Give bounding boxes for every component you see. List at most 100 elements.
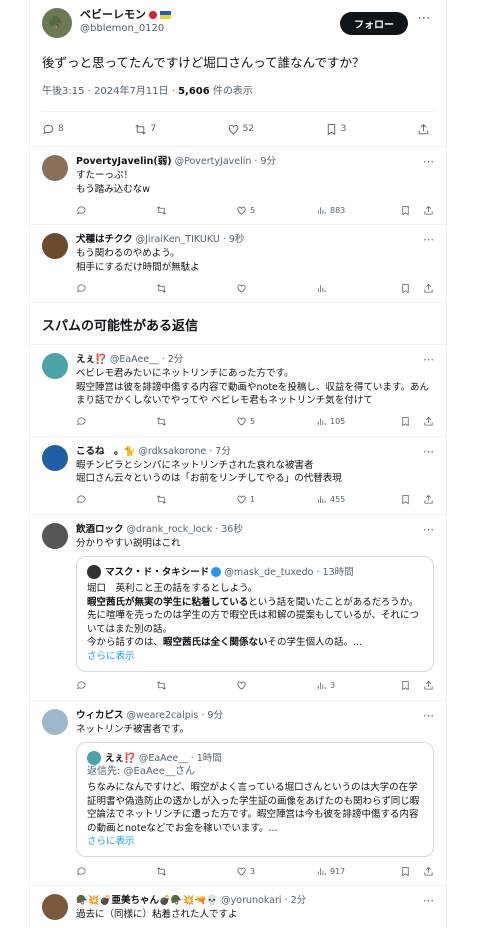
reply-author-handle[interactable]: @weare2calpis · 9分: [127, 709, 223, 722]
reply-author-name[interactable]: ウィカピス: [76, 709, 124, 722]
retweet-button[interactable]: [156, 494, 236, 505]
more-options-icon[interactable]: ⋯: [414, 8, 434, 30]
reply-button[interactable]: [76, 416, 156, 427]
reply-button[interactable]: [76, 866, 156, 877]
more-options-icon[interactable]: ⋯: [423, 709, 434, 722]
avatar[interactable]: 🪖: [42, 8, 72, 38]
reply-author-handle[interactable]: @yorunokari · 2分: [221, 894, 306, 907]
more-options-icon[interactable]: ⋯: [423, 155, 434, 168]
reply-text: ネットリンチ被害者です。: [76, 723, 434, 737]
reply-author-name[interactable]: こるね 。🐈: [76, 445, 135, 458]
views-button[interactable]: [316, 283, 396, 294]
quote-text-line: 暇空茜氏が無実の学生に粘着しているという話を聞いたことがあるだろうか。先に喧嘩を…: [87, 596, 423, 637]
reply-author-handle[interactable]: @JiraiKen_TIKUKU · 9秒: [136, 233, 245, 246]
quoted-tweet[interactable]: マスク・ド・タキシード @mask_de_tuxedo · 13時間 堀口 英利…: [76, 556, 434, 672]
more-options-icon[interactable]: ⋯: [423, 233, 434, 246]
bookmark-button[interactable]: [400, 283, 411, 294]
reply-author-handle[interactable]: @PovertyJavelin · 9分: [175, 155, 276, 168]
views-button[interactable]: 917: [316, 866, 396, 877]
views-button[interactable]: 105: [316, 416, 396, 427]
bookmark-button[interactable]: [400, 205, 411, 216]
reply-author-name[interactable]: 犬種はチクク: [76, 233, 133, 246]
avatar[interactable]: [42, 708, 68, 735]
reply-text-line: もう踏み込むなw: [76, 183, 150, 195]
reply-author-name[interactable]: PovertyJavelin(弱): [76, 155, 172, 168]
reply-button[interactable]: [76, 680, 156, 691]
reply-actions: 5 883: [76, 196, 434, 224]
reply-tweet[interactable]: PovertyJavelin(弱) @PovertyJavelin · 9分 ⋯…: [30, 147, 446, 225]
like-button[interactable]: 5: [236, 416, 316, 427]
reply-tweet[interactable]: こるね 。🐈 @rdksakorone · 7分 ⋯ 暇チンピラとシンパにネット…: [30, 437, 446, 515]
reply-author-handle[interactable]: @EaAee__ · 2分: [110, 353, 183, 366]
follow-button[interactable]: フォロー: [340, 12, 408, 35]
action-group-right: [400, 416, 434, 427]
avatar[interactable]: [42, 444, 68, 471]
avatar[interactable]: [42, 353, 68, 379]
like-button[interactable]: 5: [236, 205, 316, 216]
share-button[interactable]: [423, 680, 434, 691]
reply-button[interactable]: 8: [42, 123, 64, 136]
bookmark-button[interactable]: [400, 866, 411, 877]
reply-button[interactable]: [76, 205, 156, 216]
more-options-icon[interactable]: ⋯: [423, 445, 434, 458]
reply-actions: 1 455: [76, 486, 434, 514]
reply-author-name[interactable]: 🪖💥💣亜美ちゃん💣🪖💥🔫💀: [76, 894, 218, 907]
reply-tweet[interactable]: 🪖💥💣亜美ちゃん💣🪖💥🔫💀 @yorunokari · 2分 ⋯ 過去に（同様に…: [30, 886, 446, 928]
reply-icon: [77, 417, 86, 426]
retweet-button[interactable]: [156, 866, 236, 877]
reply-author-name[interactable]: えぇ⁉️: [76, 353, 107, 366]
retweet-button[interactable]: [156, 205, 236, 216]
more-options-icon[interactable]: ⋯: [423, 353, 434, 366]
retweet-button[interactable]: [156, 416, 236, 427]
share-button[interactable]: [423, 416, 434, 427]
bookmark-button[interactable]: 3: [325, 123, 346, 136]
show-more-link[interactable]: さらに表示: [87, 835, 423, 848]
reply-author-handle[interactable]: @rdksakorone · 7分: [138, 445, 231, 458]
retweet-button[interactable]: [156, 680, 236, 691]
bookmark-button[interactable]: [400, 416, 411, 427]
share-button[interactable]: [417, 123, 430, 136]
avatar[interactable]: [42, 894, 68, 920]
share-button[interactable]: [423, 866, 434, 877]
bookmark-icon: [402, 283, 409, 293]
like-button[interactable]: [236, 283, 316, 294]
tweet-time[interactable]: 午後3:15 · 2024年7月11日 ·: [42, 86, 178, 97]
bookmark-button[interactable]: [400, 680, 411, 691]
avatar[interactable]: [42, 522, 68, 549]
quoted-tweet[interactable]: えぇ⁉️ @EaAee__ · 1時間 返信先: @EaAee__さん ちなみに…: [76, 742, 434, 857]
more-options-icon[interactable]: ⋯: [423, 894, 434, 907]
views-button[interactable]: 883: [316, 205, 396, 216]
views-button[interactable]: 455: [316, 494, 396, 505]
reply-tweet[interactable]: えぇ⁉️ @EaAee__ · 2分 ⋯ ベビレモ君みたいにネットリンチにあった…: [30, 345, 446, 437]
reply-button[interactable]: [76, 283, 156, 294]
avatar[interactable]: [42, 233, 68, 259]
reply-icon: [43, 124, 54, 134]
retweet-button[interactable]: [156, 283, 236, 294]
reply-tweet[interactable]: 飲酒ロック @drank_rock_lock · 36秒 ⋯ 分かりやすい説明は…: [30, 515, 446, 701]
like-count: 52: [242, 124, 255, 134]
retweet-button[interactable]: 7: [134, 123, 156, 136]
spam-section-title: スパムの可能性がある返信: [30, 303, 446, 345]
avatar[interactable]: [42, 155, 68, 181]
share-button[interactable]: [423, 283, 434, 294]
show-more-link[interactable]: さらに表示: [87, 650, 423, 663]
like-button[interactable]: [236, 680, 316, 691]
share-button[interactable]: [423, 494, 434, 505]
reply-tweet[interactable]: 犬種はチクク @JiraiKen_TIKUKU · 9秒 ⋯ もう関わるのやめよ…: [30, 225, 446, 303]
share-button[interactable]: [423, 205, 434, 216]
more-options-icon[interactable]: ⋯: [423, 523, 434, 536]
reply-header: えぇ⁉️ @EaAee__ · 2分 ⋯: [76, 353, 434, 366]
views-button[interactable]: 3: [316, 680, 396, 691]
bookmark-button[interactable]: [400, 494, 411, 505]
reply-button[interactable]: [76, 494, 156, 505]
like-button[interactable]: 52: [227, 123, 254, 136]
reply-author-name[interactable]: 飲酒ロック: [76, 523, 124, 536]
display-name[interactable]: ベビーレモン: [80, 8, 340, 22]
reply-author-handle[interactable]: @drank_rock_lock · 36秒: [127, 523, 243, 536]
like-button[interactable]: 1: [236, 494, 316, 505]
author-name[interactable]: ベビーレモン: [80, 8, 146, 22]
reply-tweet[interactable]: ウィカピス @weare2calpis · 9分 ⋯ ネットリンチ被害者です。 …: [30, 701, 446, 886]
reply-actions: 3 917: [76, 857, 434, 885]
like-button[interactable]: 3: [236, 866, 316, 877]
author-handle[interactable]: @bblemon_0120: [80, 22, 340, 35]
